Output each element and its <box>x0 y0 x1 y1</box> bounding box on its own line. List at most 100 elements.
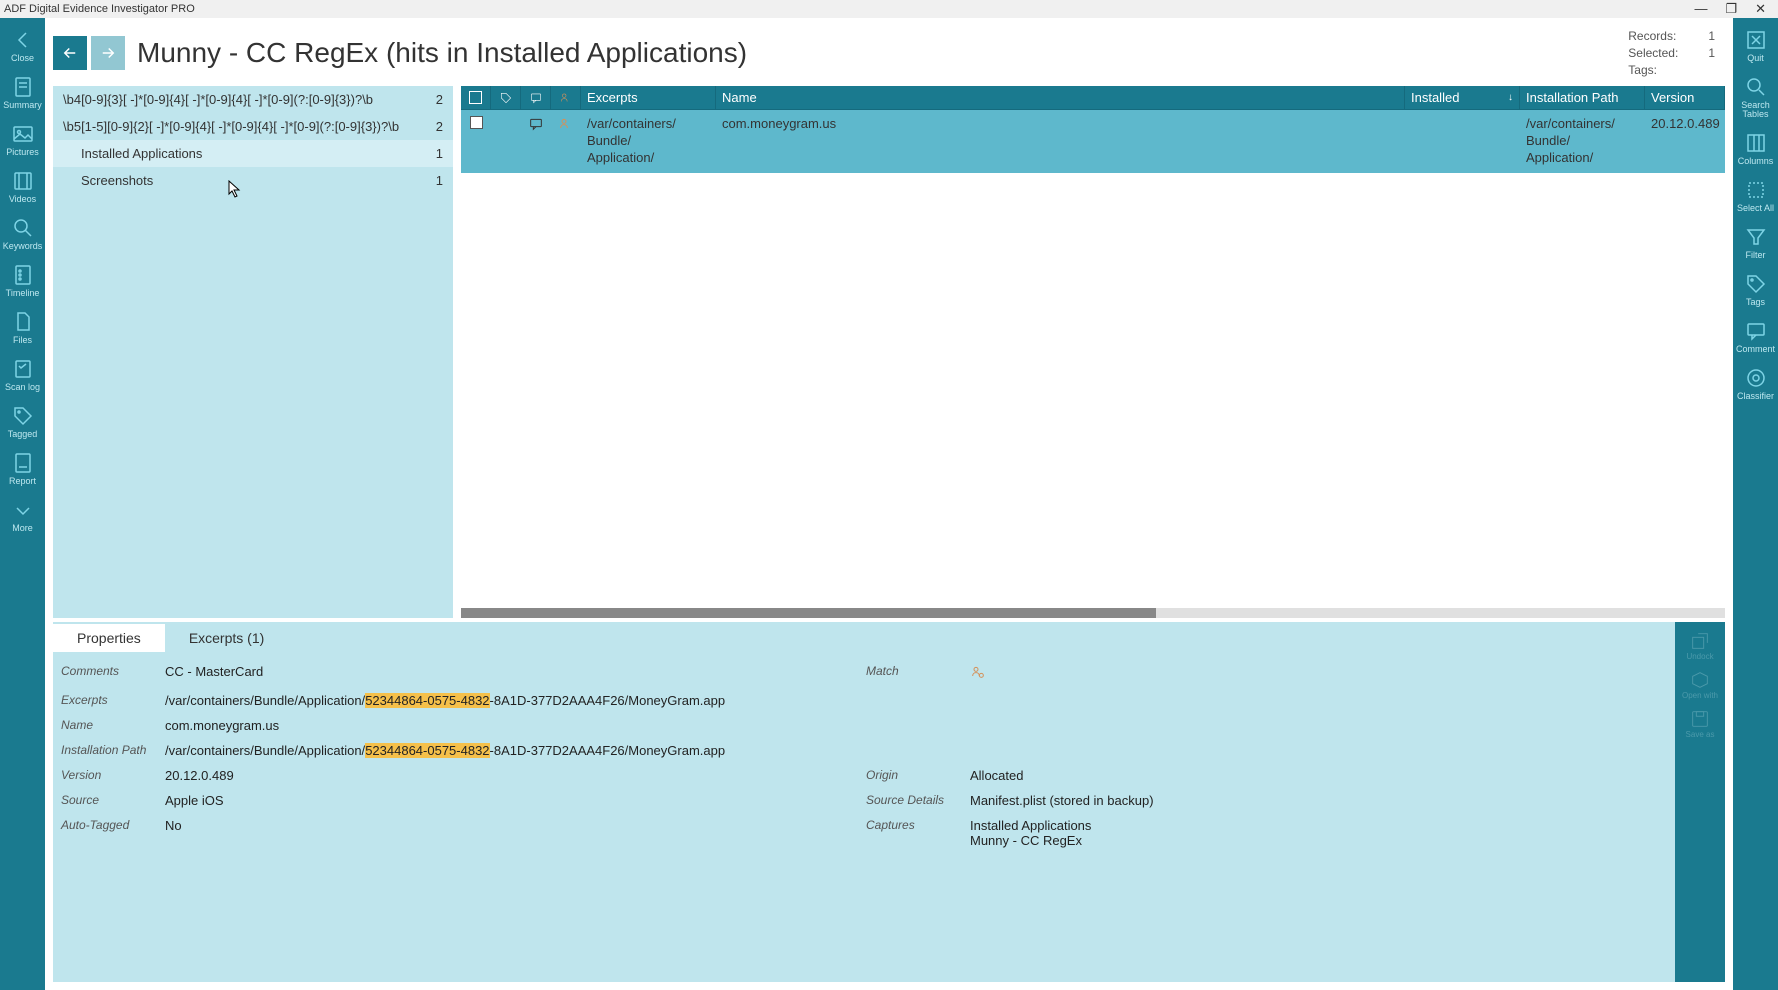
tree-row-installed-apps[interactable]: Installed Applications 1 <box>53 140 453 167</box>
column-installation-path[interactable]: Installation Path <box>1520 86 1645 109</box>
sidebar-timeline[interactable]: Timeline <box>0 257 45 304</box>
row-comment-cell <box>521 114 551 134</box>
action-undock[interactable]: Undock <box>1686 630 1713 661</box>
tree-row-regex1[interactable]: \b4[0-9]{3}[ -]*[0-9]{4}[ -]*[0-9]{4}[ -… <box>53 86 453 113</box>
tree-row-regex2[interactable]: \b5[1-5][0-9]{2}[ -]*[0-9]{4}[ -]*[0-9]{… <box>53 113 453 140</box>
film-icon <box>11 169 35 193</box>
tree-panel: \b4[0-9]{3}[ -]*[0-9]{4}[ -]*[0-9]{4}[ -… <box>53 86 453 618</box>
main-area: Munny - CC RegEx (hits in Installed Appl… <box>45 18 1733 990</box>
sidebar-summary[interactable]: Summary <box>0 69 45 116</box>
window-controls: — ❐ ✕ <box>1694 1 1774 17</box>
keywords-icon <box>11 216 35 240</box>
scanlog-icon <box>11 357 35 381</box>
row-excerpts: /var/containers/ Bundle/ Application/ <box>581 114 716 169</box>
timeline-icon <box>11 263 35 287</box>
sidebar-classifier[interactable]: Classifier <box>1733 360 1778 407</box>
label-installation-path: Installation Path <box>61 743 161 758</box>
action-save-as[interactable]: Save as <box>1686 708 1715 739</box>
header-tag-icon[interactable] <box>491 86 521 109</box>
search-icon <box>1744 75 1768 99</box>
value-auto-tagged: No <box>165 818 862 848</box>
label-excerpts: Excerpts <box>61 693 161 708</box>
person-icon <box>970 664 986 680</box>
sidebar-search-tables[interactable]: Search Tables <box>1733 69 1778 125</box>
chevron-down-icon <box>11 498 35 522</box>
tree-row-screenshots[interactable]: Screenshots 1 <box>53 167 453 194</box>
horizontal-scrollbar[interactable] <box>461 608 1725 618</box>
page-title: Munny - CC RegEx (hits in Installed Appl… <box>137 37 1628 69</box>
value-source: Apple iOS <box>165 793 862 808</box>
sidebar-close[interactable]: Close <box>0 22 45 69</box>
action-open-with[interactable]: Open with <box>1682 669 1718 700</box>
sidebar-keywords[interactable]: Keywords <box>0 210 45 257</box>
column-installed[interactable]: Installed↓ <box>1405 86 1520 109</box>
sidebar-columns[interactable]: Columns <box>1733 125 1778 172</box>
sidebar-tagged[interactable]: Tagged <box>0 398 45 445</box>
value-origin: Allocated <box>970 768 1667 783</box>
tag-icon <box>11 404 35 428</box>
minimize-button[interactable]: — <box>1694 1 1707 17</box>
chevron-left-icon <box>11 28 35 52</box>
open-icon <box>1689 669 1711 691</box>
header-row: Munny - CC RegEx (hits in Installed Appl… <box>45 18 1733 86</box>
label-source: Source <box>61 793 161 808</box>
left-sidebar: Close Summary Pictures Videos Keywords T… <box>0 18 45 990</box>
app-title: ADF Digital Evidence Investigator PRO <box>4 3 195 15</box>
sidebar-scanlog[interactable]: Scan log <box>0 351 45 398</box>
value-excerpts: /var/containers/Bundle/Application/52344… <box>165 693 1667 708</box>
label-comments: Comments <box>61 664 161 683</box>
label-auto-tagged: Auto-Tagged <box>61 818 161 848</box>
maximize-button[interactable]: ❐ <box>1725 1 1737 17</box>
table-row[interactable]: /var/containers/ Bundle/ Application/ co… <box>461 110 1725 173</box>
row-version: 20.12.0.489 <box>1645 114 1725 133</box>
header-comment-icon[interactable] <box>521 86 551 109</box>
columns-icon <box>1744 131 1768 155</box>
table-header: Excerpts Name Installed↓ Installation Pa… <box>461 86 1725 110</box>
row-installation-path: /var/containers/ Bundle/ Application/ <box>1520 114 1645 169</box>
comment-icon <box>1744 319 1768 343</box>
value-installation-path: /var/containers/Bundle/Application/52344… <box>165 743 1667 758</box>
tags-icon <box>1744 272 1768 296</box>
detail-action-column: Undock Open with Save as <box>1675 622 1725 982</box>
sidebar-quit[interactable]: Quit <box>1733 22 1778 69</box>
row-name: com.moneygram.us <box>716 114 1405 133</box>
column-version[interactable]: Version <box>1645 86 1725 109</box>
document-icon <box>11 75 35 99</box>
sidebar-filter[interactable]: Filter <box>1733 219 1778 266</box>
filter-icon <box>1744 225 1768 249</box>
sidebar-comment[interactable]: Comment <box>1733 313 1778 360</box>
sidebar-pictures[interactable]: Pictures <box>0 116 45 163</box>
label-version: Version <box>61 768 161 783</box>
save-icon <box>1689 708 1711 730</box>
label-source-details: Source Details <box>866 793 966 808</box>
tab-excerpts[interactable]: Excerpts (1) <box>165 624 288 652</box>
label-captures: Captures <box>866 818 966 848</box>
classifier-icon <box>1744 366 1768 390</box>
nav-forward-button[interactable] <box>91 36 125 70</box>
header-stats: Records:1 Selected:1 Tags: <box>1628 28 1715 78</box>
sidebar-report[interactable]: Report <box>0 445 45 492</box>
sidebar-videos[interactable]: Videos <box>0 163 45 210</box>
tab-properties[interactable]: Properties <box>53 624 165 652</box>
sidebar-select-all[interactable]: Select All <box>1733 172 1778 219</box>
nav-back-button[interactable] <box>53 36 87 70</box>
header-match-icon[interactable] <box>551 86 581 109</box>
row-tag-cell <box>491 114 521 118</box>
right-sidebar: Quit Search Tables Columns Select All Fi… <box>1733 18 1778 990</box>
column-excerpts[interactable]: Excerpts <box>581 86 716 109</box>
column-name[interactable]: Name <box>716 86 1405 109</box>
close-window-button[interactable]: ✕ <box>1755 1 1766 17</box>
picture-icon <box>11 122 35 146</box>
undock-icon <box>1689 630 1711 652</box>
sidebar-more[interactable]: More <box>0 492 45 539</box>
value-name: com.moneygram.us <box>165 718 1667 733</box>
row-match-cell <box>551 114 581 134</box>
sidebar-files[interactable]: Files <box>0 304 45 351</box>
sidebar-tags[interactable]: Tags <box>1733 266 1778 313</box>
table-panel: Excerpts Name Installed↓ Installation Pa… <box>461 86 1725 618</box>
properties-grid: Comments CC - MasterCard Match Excerpts … <box>53 652 1675 982</box>
row-checkbox[interactable] <box>470 116 483 129</box>
report-icon <box>11 451 35 475</box>
header-checkbox[interactable] <box>461 86 491 109</box>
value-version: 20.12.0.489 <box>165 768 862 783</box>
